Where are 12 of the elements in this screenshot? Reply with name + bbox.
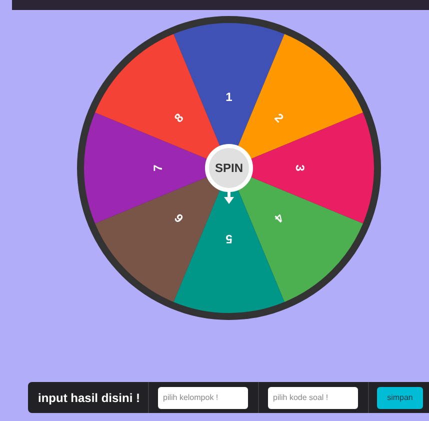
segment-number: 1 xyxy=(226,90,232,104)
segment-number: 7 xyxy=(151,164,166,172)
segment-number: 2 xyxy=(272,110,286,126)
group-field[interactable]: pilih kelompok ! xyxy=(158,386,248,408)
save-button[interactable]: simpan xyxy=(377,386,423,408)
segment-number: 4 xyxy=(272,210,286,226)
input-label: input hasil disini ! xyxy=(37,390,141,406)
segment-number: 5 xyxy=(226,232,232,246)
code-field[interactable]: pilih kode soal ! xyxy=(268,386,358,408)
segment-number: 3 xyxy=(292,164,307,172)
segment-number: 8 xyxy=(172,110,186,126)
segment-number: 6 xyxy=(172,210,186,226)
